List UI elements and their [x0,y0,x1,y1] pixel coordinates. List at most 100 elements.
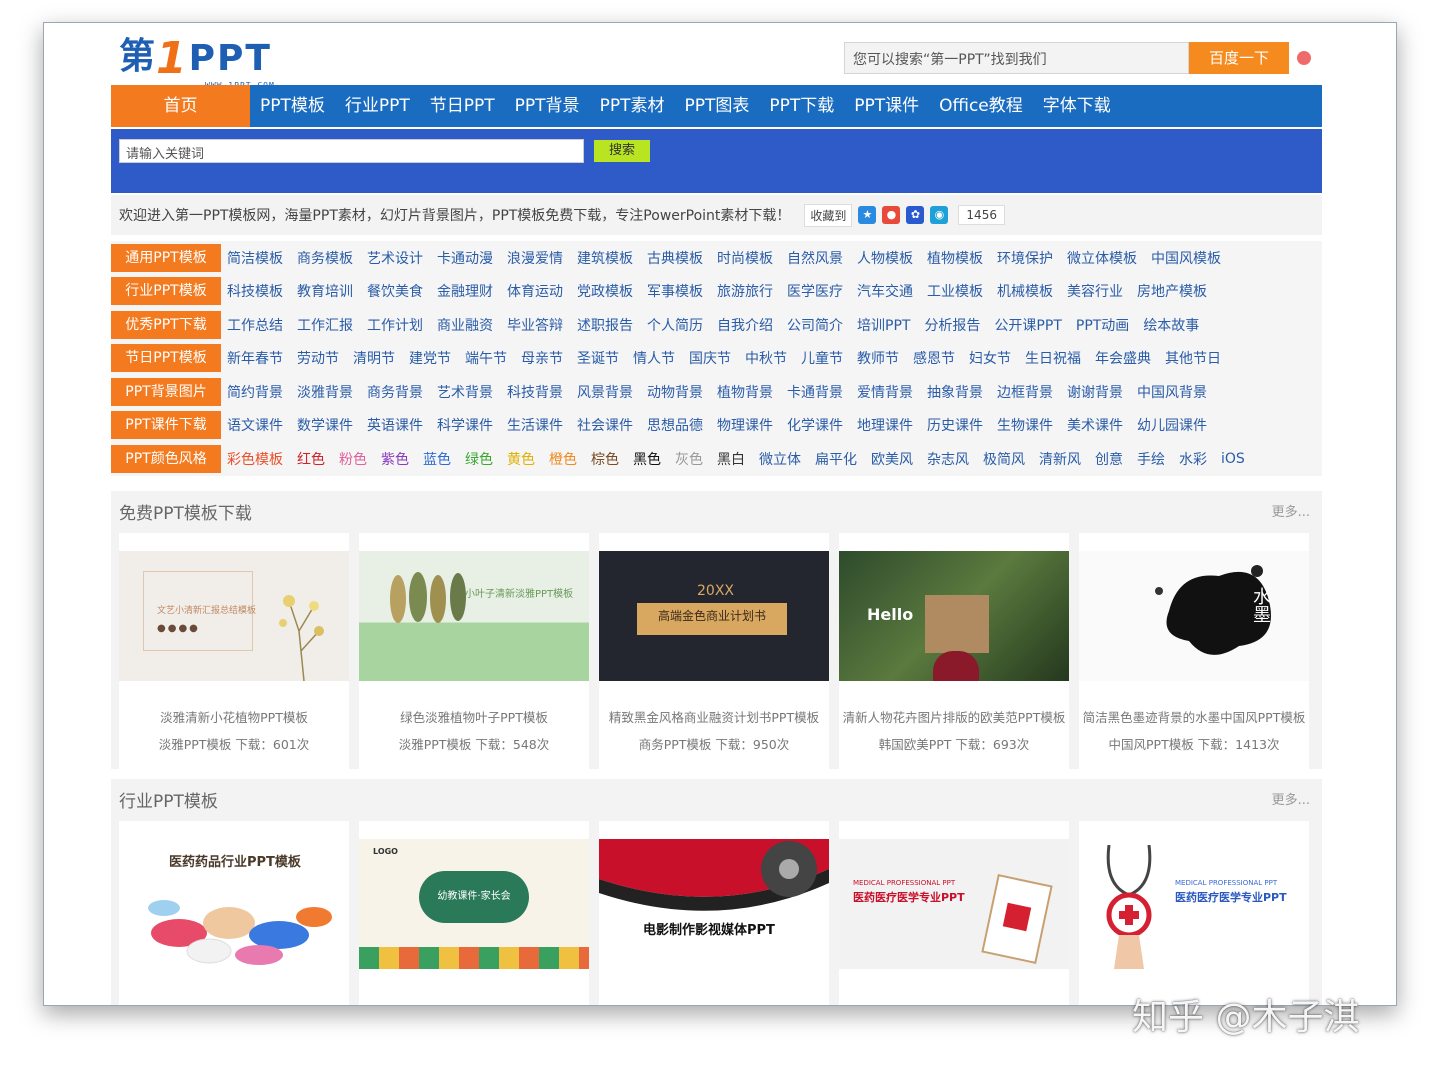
category-link[interactable]: 劳动节 [297,348,339,368]
category-link[interactable]: 创意 [1095,449,1123,469]
card-title[interactable]: 绿色淡雅植物叶子PPT模板 [359,707,589,726]
category-link[interactable]: 中国风背景 [1137,382,1207,402]
nav-item[interactable]: 行业PPT [335,85,420,127]
category-link[interactable]: 党政模板 [577,281,633,301]
category-link[interactable]: 工业模板 [927,281,983,301]
category-link[interactable]: 浪漫爱情 [507,248,563,268]
template-card[interactable]: 水墨 简洁黑色墨迹背景的水墨中国风PPT模板 中国风PPT模板 下载：1413次 [1079,533,1309,775]
template-card[interactable]: 小叶子清新淡雅PPT模板 绿色淡雅植物叶子PPT模板 淡雅PPT模板 下载：54… [359,533,589,775]
category-link[interactable]: 艺术背景 [437,382,493,402]
category-link[interactable]: 军事模板 [647,281,703,301]
category-link[interactable]: 美容行业 [1067,281,1123,301]
template-card[interactable]: 20XX 高端金色商业计划书 精致黑金风格商业融资计划书PPT模板 商务PPT模… [599,533,829,775]
category-link[interactable]: 黑白 [717,449,745,469]
category-link[interactable]: 化学课件 [787,415,843,435]
card-title[interactable]: 淡雅清新小花植物PPT模板 [119,707,349,726]
category-link[interactable]: 社会课件 [577,415,633,435]
category-link[interactable]: 机械模板 [997,281,1053,301]
category-head[interactable]: 通用PPT模板 [111,243,221,272]
category-link[interactable]: 思想品德 [647,415,703,435]
category-head[interactable]: PPT背景图片 [111,377,221,406]
category-link[interactable]: 水彩 [1179,449,1207,469]
template-card[interactable]: 医药药品行业PPT模板 [119,821,349,1005]
category-link[interactable]: 黄色 [507,449,535,469]
nav-home[interactable]: 首页 [111,85,250,127]
category-link[interactable]: 绘本故事 [1143,315,1199,335]
category-link[interactable]: 杂志风 [927,449,969,469]
template-thumbnail[interactable]: Hello [839,551,1069,681]
category-link[interactable]: 公开课PPT [994,315,1061,335]
card-title[interactable]: 简洁黑色墨迹背景的水墨中国风PPT模板 [1079,707,1309,726]
card-title[interactable]: 精致黑金风格商业融资计划书PPT模板 [599,707,829,726]
category-link[interactable]: 手绘 [1137,449,1165,469]
template-card[interactable]: MEDICAL PROFESSIONAL PPT 医药医疗医学专业PPT [839,821,1069,1005]
category-link[interactable]: 商业融资 [437,315,493,335]
template-thumbnail[interactable]: LOGO 幼教课件·家长会 [359,839,589,969]
category-link[interactable]: 妇女节 [969,348,1011,368]
template-thumbnail[interactable]: 医药药品行业PPT模板 [119,839,349,969]
category-link[interactable]: 微立体 [759,449,801,469]
category-link[interactable]: 新年春节 [227,348,283,368]
category-link[interactable]: 简洁模板 [227,248,283,268]
category-link[interactable]: 卡通背景 [787,382,843,402]
card-title[interactable]: 清新人物花卉图片排版的欧美范PPT模板 [839,707,1069,726]
nav-item[interactable]: PPT素材 [590,85,675,127]
category-link[interactable]: 年会盛典 [1095,348,1151,368]
template-card[interactable]: LOGO 幼教课件·家长会 [359,821,589,1005]
more-link[interactable]: 更多... [1272,789,1310,808]
category-head[interactable]: 节日PPT模板 [111,344,221,373]
category-link[interactable]: 国庆节 [689,348,731,368]
nav-item[interactable]: PPT图表 [674,85,759,127]
category-head[interactable]: 优秀PPT下载 [111,310,221,339]
category-link[interactable]: 植物模板 [927,248,983,268]
category-link[interactable]: 商务模板 [297,248,353,268]
category-link[interactable]: 植物背景 [717,382,773,402]
category-link[interactable]: 紫色 [381,449,409,469]
category-link[interactable]: 科技背景 [507,382,563,402]
template-thumbnail[interactable]: 水墨 [1079,551,1309,681]
category-link[interactable]: 培训PPT [857,315,910,335]
category-link[interactable]: 述职报告 [577,315,633,335]
template-thumbnail[interactable]: 小叶子清新淡雅PPT模板 [359,551,589,681]
category-link[interactable]: 语文课件 [227,415,283,435]
category-link[interactable]: 端午节 [465,348,507,368]
category-link[interactable]: 黑色 [633,449,661,469]
category-link[interactable]: 灰色 [675,449,703,469]
category-link[interactable]: 工作总结 [227,315,283,335]
template-card[interactable]: 文艺小清新汇报总结模板 ●●●● 淡雅清新小花植物PPT模板 淡雅PPT模板 下… [119,533,349,775]
category-link[interactable]: 粉色 [339,449,367,469]
category-link[interactable]: 彩色模板 [227,449,283,469]
weibo-share-icon[interactable]: ● [882,206,901,224]
category-link[interactable]: 艺术设计 [367,248,423,268]
nav-item[interactable]: 节日PPT [420,85,505,127]
category-link[interactable]: 建筑模板 [577,248,633,268]
category-link[interactable]: 爱情背景 [857,382,913,402]
category-link[interactable]: 建党节 [409,348,451,368]
category-link[interactable]: 科学课件 [437,415,493,435]
category-link[interactable]: 科技模板 [227,281,283,301]
template-thumbnail[interactable]: 电影制作影视媒体PPT [599,839,829,969]
category-head[interactable]: PPT课件下载 [111,411,221,440]
category-link[interactable]: 时尚模板 [717,248,773,268]
category-link[interactable]: 儿童节 [801,348,843,368]
nav-item[interactable]: Office教程 [929,85,1033,127]
category-link[interactable]: 圣诞节 [577,348,619,368]
category-link[interactable]: 商务背景 [367,382,423,402]
qzone-share-icon[interactable]: ★ [858,206,877,224]
template-thumbnail[interactable]: MEDICAL PROFESSIONAL PPT 医药医疗医学专业PPT [1079,839,1309,969]
category-link[interactable]: 医学医疗 [787,281,843,301]
keyword-search-button[interactable]: 搜索 [594,140,650,162]
category-link[interactable]: 房地产模板 [1137,281,1207,301]
baidu-search-button[interactable]: 百度一下 [1189,42,1289,74]
category-link[interactable]: 谢谢背景 [1067,382,1123,402]
category-link[interactable]: 工作汇报 [297,315,353,335]
template-thumbnail[interactable]: MEDICAL PROFESSIONAL PPT 医药医疗医学专业PPT [839,839,1069,969]
category-link[interactable]: 英语课件 [367,415,423,435]
category-link[interactable]: 动物背景 [647,382,703,402]
category-link[interactable]: 地理课件 [857,415,913,435]
category-link[interactable]: 生活课件 [507,415,563,435]
category-link[interactable]: 餐饮美食 [367,281,423,301]
category-link[interactable]: 绿色 [465,449,493,469]
category-link[interactable]: 中国风模板 [1151,248,1221,268]
category-link[interactable]: 毕业答辩 [507,315,563,335]
